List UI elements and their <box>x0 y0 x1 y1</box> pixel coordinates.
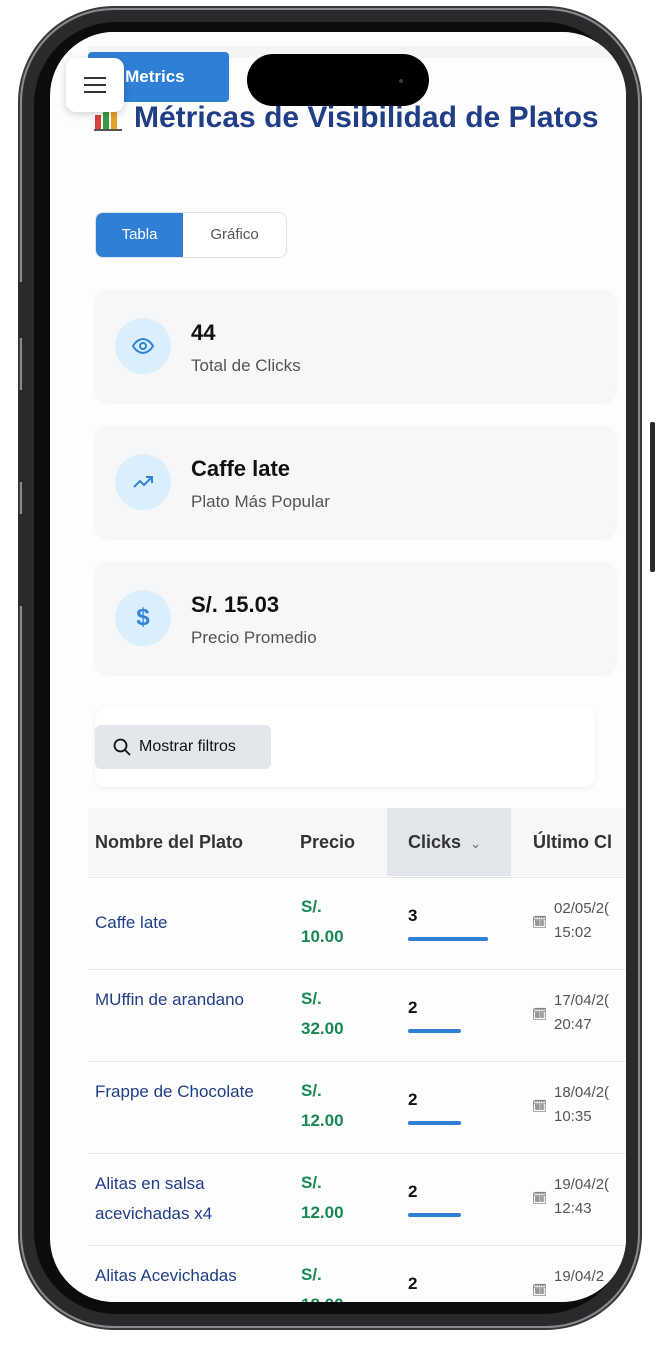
calendar-icon: 🗓 <box>532 1191 548 1205</box>
last-click-date: 19/04/2 <box>554 1268 605 1285</box>
stat-label: Precio Promedio <box>191 628 317 647</box>
power-button <box>650 422 655 572</box>
chevron-down-icon: ⌄ <box>470 836 481 851</box>
stat-value: S/. 15.03 <box>191 592 280 617</box>
volume-up-button <box>18 390 23 482</box>
screen: d Metrics Métricas de Visibilidad de Pla… <box>50 32 626 1302</box>
stat-card-total-clicks: 44 Total de Clicks <box>95 290 616 402</box>
table-row-divider <box>88 969 626 970</box>
dish-name[interactable]: Caffe late <box>95 908 285 938</box>
calendar-icon: 🗓 <box>532 1099 548 1113</box>
last-click-date: 19/04/2(12:43 <box>554 1176 610 1217</box>
calendar-icon: 🗓 <box>532 915 548 929</box>
search-icon <box>113 738 131 756</box>
hamburger-menu-icon[interactable] <box>66 58 124 112</box>
dish-price: S/. 12.00 <box>301 1173 344 1222</box>
table-row-divider <box>88 877 626 878</box>
column-header-clicks[interactable]: Clicks ⌄ <box>387 808 511 876</box>
dish-name[interactable]: Alitas en salsa acevichadas x4 <box>95 1169 285 1229</box>
clicks-progress-bar <box>408 1121 461 1125</box>
camera-dot <box>399 79 403 83</box>
clicks-progress-bar <box>408 1213 461 1217</box>
dish-clicks: 2 <box>408 1090 418 1109</box>
dish-clicks: 2 <box>408 1274 418 1293</box>
stat-label: Total de Clicks <box>191 356 301 375</box>
stat-value: Caffe late <box>191 456 291 481</box>
stat-card-average-price: $ S/. 15.03 Precio Promedio <box>95 562 616 674</box>
stat-card-popular-dish: Caffe late Plato Más Popular <box>95 426 616 538</box>
last-click-date: 02/05/2(15:02 <box>554 900 610 941</box>
action-button <box>18 282 23 338</box>
volume-down-button <box>18 514 23 606</box>
calendar-icon: 🗓 <box>532 1283 548 1297</box>
clicks-progress-bar <box>408 937 488 941</box>
column-header-clicks-label: Clicks <box>408 832 462 852</box>
tab-tabla[interactable]: Tabla <box>96 213 183 257</box>
last-click-date: 17/04/2(20:47 <box>554 992 610 1033</box>
stat-label: Plato Más Popular <box>191 492 330 511</box>
table-row-divider <box>88 1153 626 1154</box>
trending-up-icon <box>115 454 171 510</box>
dish-clicks: 2 <box>408 998 418 1017</box>
stat-value: 44 <box>191 320 216 345</box>
table-row-divider <box>88 1061 626 1062</box>
dish-name[interactable]: MUffin de arandano <box>95 985 285 1015</box>
dish-name[interactable]: Alitas Acevichadas <box>95 1261 285 1291</box>
column-header-last-click[interactable]: Último Cl <box>533 808 626 876</box>
menu-line <box>84 84 106 86</box>
table-row-divider <box>88 1245 626 1246</box>
dollar-icon: $ <box>115 590 171 646</box>
dish-price: S/.18.00 <box>301 1265 344 1302</box>
eye-icon <box>115 318 171 374</box>
dish-price: S/. 32.00 <box>301 989 344 1038</box>
clicks-progress-bar <box>408 1029 461 1033</box>
tab-grafico[interactable]: Gráfico <box>183 213 286 257</box>
dish-price: S/. 12.00 <box>301 1081 344 1130</box>
menu-line <box>84 77 106 79</box>
show-filters-button[interactable]: Mostrar filtros <box>95 725 271 769</box>
dish-clicks: 3 <box>408 906 418 925</box>
calendar-icon: 🗓 <box>532 1007 548 1021</box>
column-header-price[interactable]: Precio <box>300 808 355 876</box>
dish-clicks: 2 <box>408 1182 418 1201</box>
dish-name[interactable]: Frappe de Chocolate <box>95 1077 285 1107</box>
column-header-name[interactable]: Nombre del Plato <box>95 808 243 876</box>
last-click-date: 18/04/2(10:35 <box>554 1084 610 1125</box>
show-filters-label: Mostrar filtros <box>139 738 236 755</box>
dish-price: S/. 10.00 <box>301 897 344 946</box>
view-toggle: Tabla Gráfico <box>95 212 287 258</box>
menu-line <box>84 91 106 93</box>
